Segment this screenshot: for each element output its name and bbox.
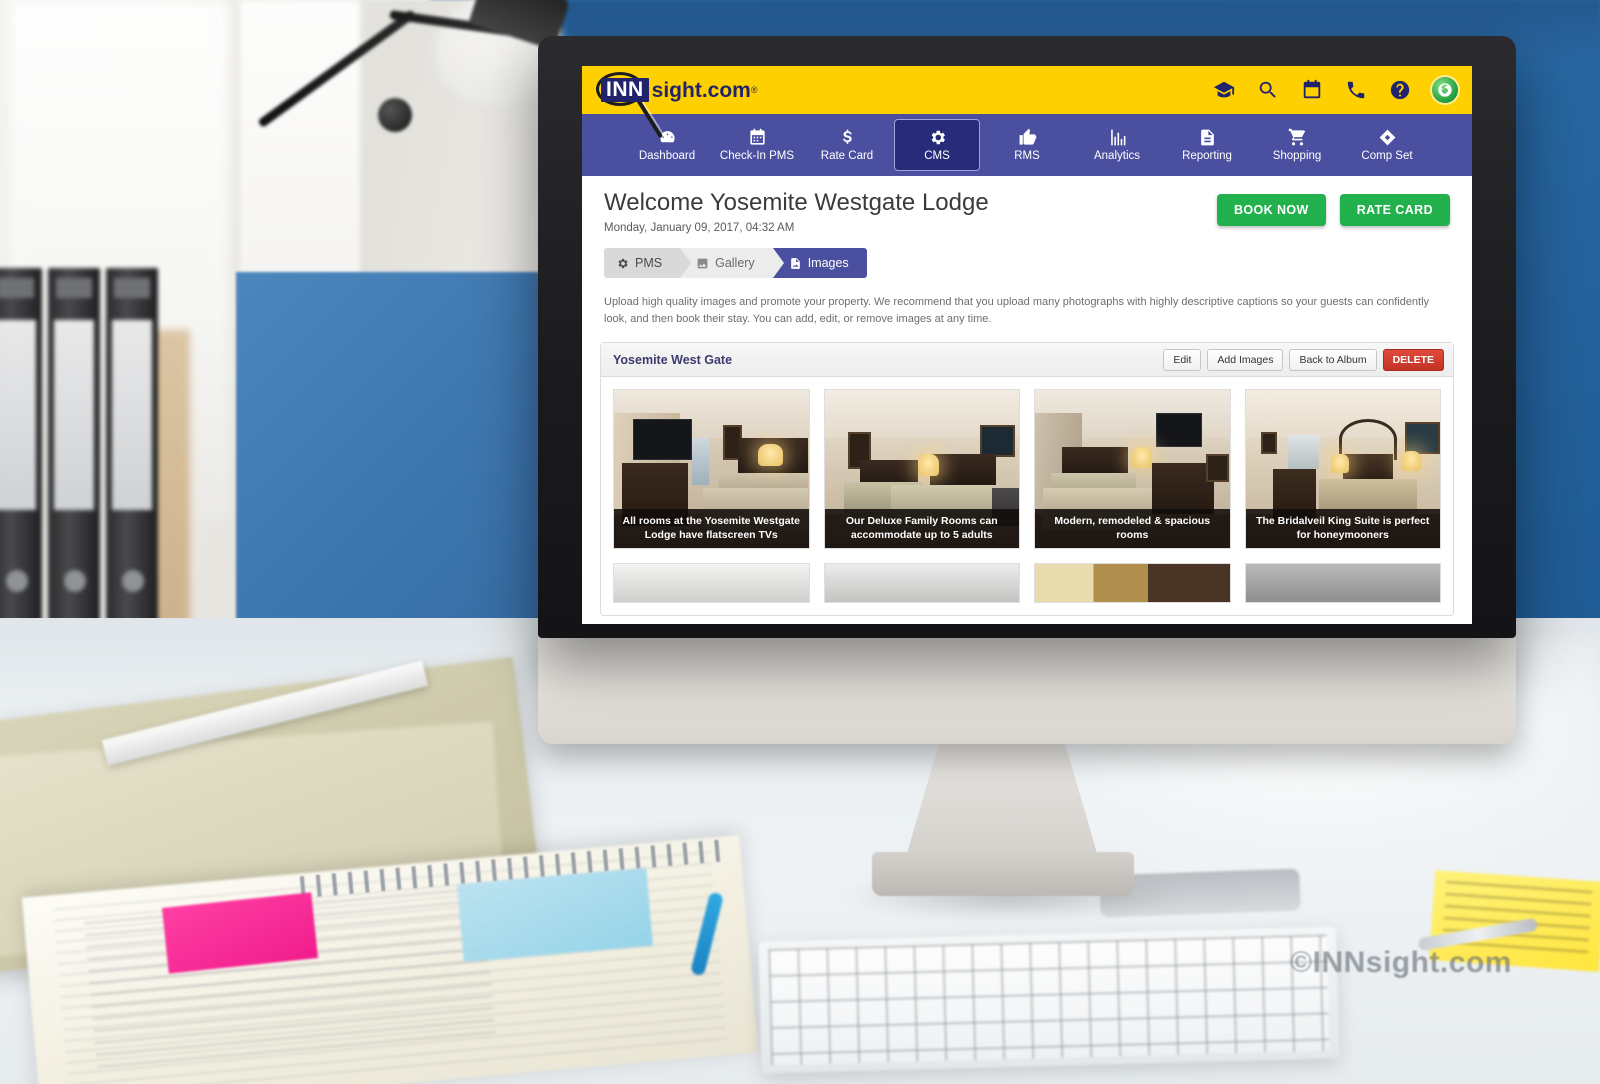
nav-item-shopping[interactable]: Shopping bbox=[1254, 119, 1340, 171]
dollar-icon bbox=[838, 127, 857, 147]
image-icon bbox=[697, 258, 708, 269]
breadcrumb-item-pms[interactable]: PMS bbox=[604, 248, 692, 279]
image-file-icon bbox=[790, 257, 800, 269]
bar-chart-icon bbox=[1108, 127, 1127, 147]
help-text: Upload high quality images and promote y… bbox=[604, 296, 1430, 326]
welcome-row: Welcome Yosemite Westgate Lodge Monday, … bbox=[582, 176, 1472, 234]
image-card[interactable]: Modern, remodeled & spacious rooms bbox=[1034, 389, 1231, 550]
logo-sight-text: sight.com bbox=[651, 78, 751, 102]
nav-item-dashboard[interactable]: Dashboard bbox=[624, 119, 710, 171]
book-now-button[interactable]: BOOK NOW bbox=[1216, 194, 1326, 226]
album-panel: Yosemite West Gate Edit Add Images Back … bbox=[600, 342, 1454, 617]
nav-item-reporting[interactable]: Reporting bbox=[1164, 119, 1250, 171]
nav-label: CMS bbox=[924, 150, 950, 163]
top-bar: INN sight.com ® bbox=[582, 66, 1472, 139]
image-card[interactable] bbox=[613, 563, 810, 604]
back-to-album-button[interactable]: Back to Album bbox=[1289, 348, 1377, 371]
globe-icon[interactable] bbox=[1432, 77, 1458, 103]
image-card[interactable] bbox=[1244, 563, 1441, 604]
cart-icon bbox=[1288, 127, 1307, 147]
image-caption: Modern, remodeled & spacious rooms bbox=[1035, 509, 1230, 549]
logo-inn-text: INN bbox=[601, 78, 649, 102]
image-card[interactable] bbox=[823, 563, 1020, 604]
image-caption: All rooms at the Yosemite Westgate Lodge… bbox=[614, 509, 809, 549]
image-card[interactable]: The Bridalveil King Suite is perfect for… bbox=[1244, 389, 1441, 550]
copyright-watermark: ©INNsight.com bbox=[1290, 946, 1512, 979]
document-icon bbox=[1198, 127, 1217, 147]
help-icon[interactable] bbox=[1388, 78, 1412, 102]
nav-item-check-in-pms[interactable]: Check-In PMS bbox=[714, 119, 800, 171]
thumbs-up-icon bbox=[1018, 127, 1037, 147]
rate-card-button[interactable]: RATE CARD bbox=[1339, 194, 1450, 226]
monitor-bezel bbox=[538, 36, 1516, 68]
image-card[interactable] bbox=[1034, 563, 1231, 604]
nav-item-rms[interactable]: RMS bbox=[984, 119, 1070, 171]
album-header: Yosemite West Gate Edit Add Images Back … bbox=[601, 343, 1453, 378]
monitor-chin bbox=[538, 630, 1516, 744]
nav-label: Reporting bbox=[1182, 150, 1232, 163]
image-card[interactable]: All rooms at the Yosemite Westgate Lodge… bbox=[613, 389, 810, 550]
nav-label: Comp Set bbox=[1361, 150, 1413, 163]
breadcrumb-item-gallery[interactable]: Gallery bbox=[680, 248, 784, 279]
monitor-stand-base bbox=[872, 852, 1134, 896]
monitor: INN sight.com ® Dashboard Check-In PMS R… bbox=[538, 36, 1516, 638]
welcome-block: Welcome Yosemite Westgate Lodge Monday, … bbox=[604, 189, 989, 235]
calendar-icon[interactable] bbox=[1300, 78, 1324, 102]
delete-button[interactable]: DELETE bbox=[1382, 348, 1444, 371]
screen: INN sight.com ® Dashboard Check-In PMS R… bbox=[582, 66, 1472, 624]
breadcrumb-arrow bbox=[680, 248, 692, 279]
calendar-icon bbox=[748, 127, 767, 147]
keyboard bbox=[758, 926, 1340, 1074]
image-caption: Our Deluxe Family Rooms can accommodate … bbox=[824, 509, 1019, 549]
room-photo-partial-b bbox=[824, 564, 1019, 603]
current-datetime: Monday, January 09, 2017, 04:32 AM bbox=[604, 222, 795, 235]
room-photo-partial-a bbox=[614, 564, 809, 603]
sticky-note-blue bbox=[456, 867, 654, 963]
logo-trademark: ® bbox=[750, 85, 758, 95]
gear-icon bbox=[928, 127, 947, 147]
main-nav: Dashboard Check-In PMS Rate Card CMS RMS… bbox=[582, 114, 1472, 176]
page-title: Welcome Yosemite Westgate Lodge bbox=[604, 189, 989, 216]
breadcrumb-arrow bbox=[772, 248, 784, 279]
top-icon-bar bbox=[1212, 77, 1458, 103]
graduation-cap-icon[interactable] bbox=[1212, 78, 1236, 102]
logo[interactable]: INN sight.com ® bbox=[592, 66, 758, 139]
gear-icon bbox=[618, 258, 628, 269]
diamond-icon bbox=[1378, 127, 1397, 147]
search-icon[interactable] bbox=[1256, 78, 1280, 102]
image-card[interactable]: Our Deluxe Family Rooms can accommodate … bbox=[823, 389, 1020, 550]
image-caption: The Bridalveil King Suite is perfect for… bbox=[1245, 509, 1440, 549]
breadcrumb-label: Images bbox=[807, 256, 849, 271]
add-images-button[interactable]: Add Images bbox=[1207, 348, 1284, 371]
image-grid: All rooms at the Yosemite Westgate Lodge… bbox=[601, 377, 1453, 615]
desk-lamp bbox=[250, 0, 572, 300]
breadcrumb: PMS Gallery Images bbox=[604, 248, 1472, 279]
nav-label: RMS bbox=[1014, 150, 1040, 163]
nav-label: Rate Card bbox=[820, 150, 874, 163]
nav-item-cms[interactable]: CMS bbox=[894, 119, 980, 171]
innsight-webapp: INN sight.com ® Dashboard Check-In PMS R… bbox=[582, 66, 1472, 624]
nav-label: Analytics bbox=[1093, 150, 1141, 163]
nav-item-comp-set[interactable]: Comp Set bbox=[1344, 119, 1430, 171]
album-actions: Edit Add Images Back to Album DELETE bbox=[1163, 348, 1444, 371]
nav-item-analytics[interactable]: Analytics bbox=[1074, 119, 1160, 171]
phone-icon[interactable] bbox=[1344, 78, 1368, 102]
breadcrumb-item-images[interactable]: Images bbox=[772, 248, 867, 279]
page-content: Welcome Yosemite Westgate Lodge Monday, … bbox=[582, 176, 1472, 617]
room-photo-partial-d bbox=[1245, 564, 1440, 603]
album-title: Yosemite West Gate bbox=[613, 352, 733, 367]
nav-label: Dashboard bbox=[638, 150, 696, 163]
nav-item-rate-card[interactable]: Rate Card bbox=[804, 119, 890, 171]
nav-label: Check-In PMS bbox=[719, 150, 795, 163]
binder-shelf bbox=[0, 268, 180, 628]
room-photo-partial-c bbox=[1035, 564, 1230, 603]
welcome-actions: BOOK NOW RATE CARD bbox=[1216, 190, 1450, 226]
breadcrumb-label: PMS bbox=[635, 256, 663, 271]
edit-button[interactable]: Edit bbox=[1163, 348, 1202, 371]
nav-label: Shopping bbox=[1272, 150, 1322, 163]
breadcrumb-label: Gallery bbox=[715, 256, 755, 271]
